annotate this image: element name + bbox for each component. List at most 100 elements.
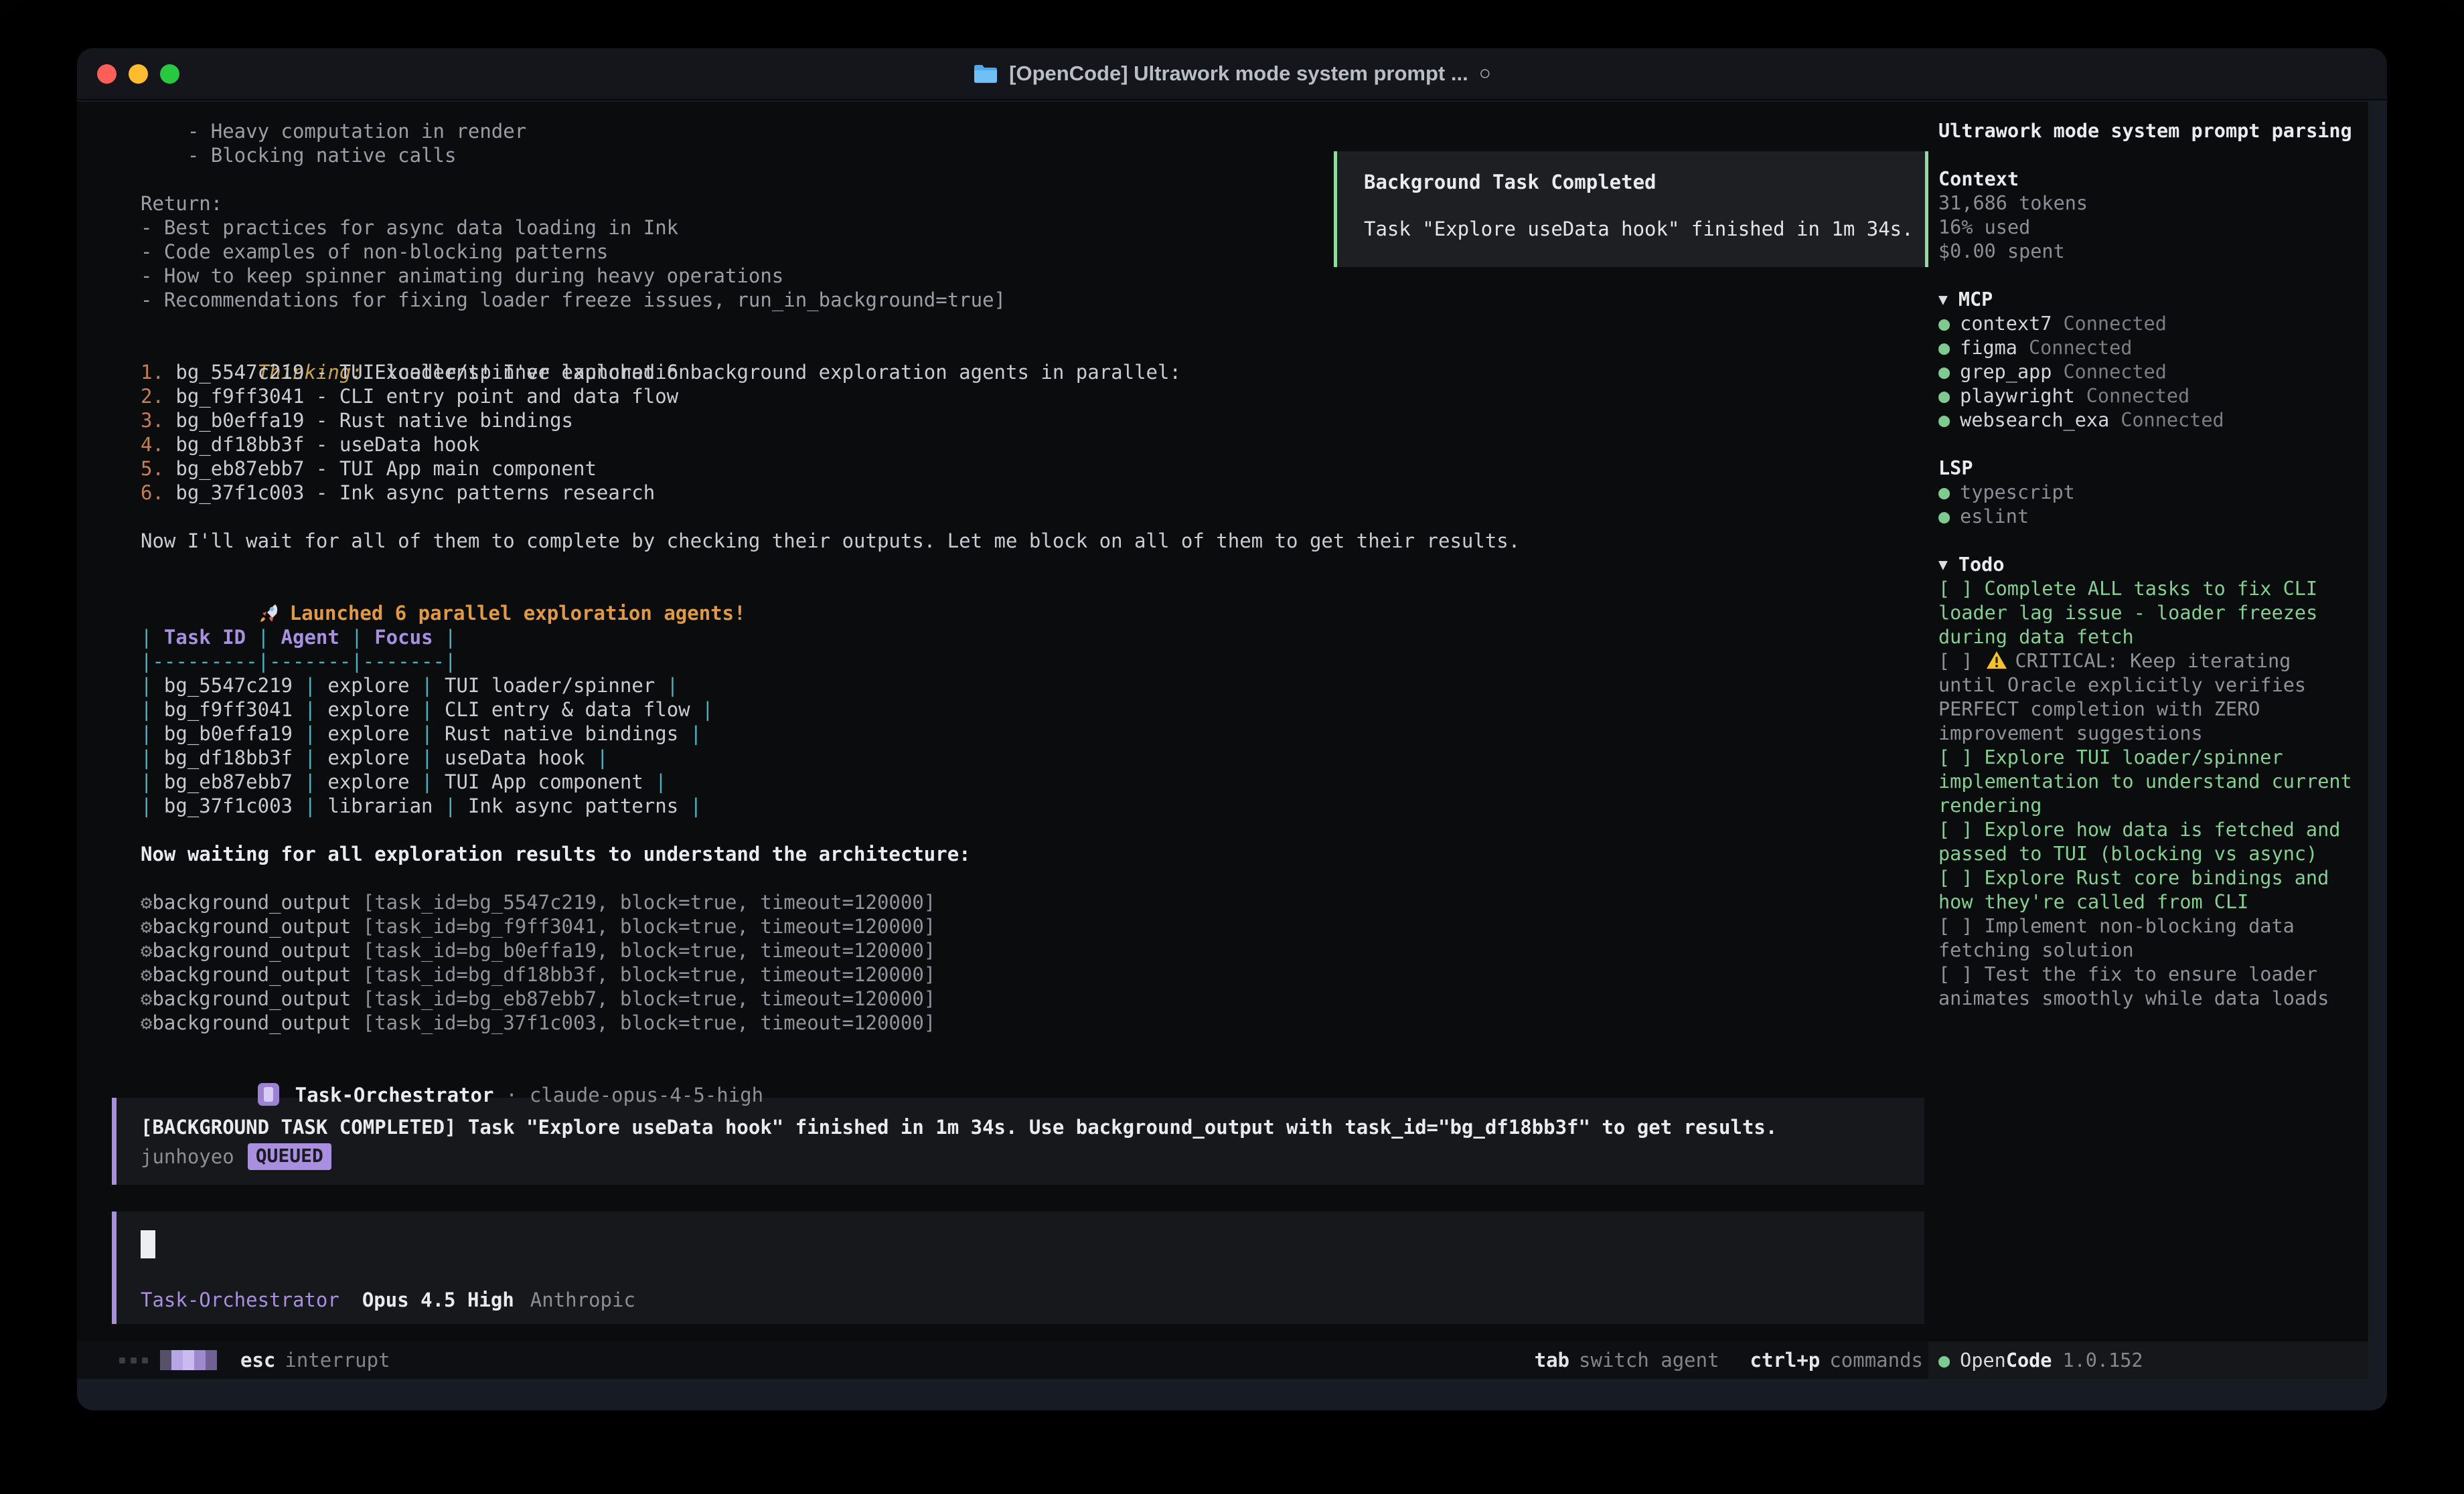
warning-icon: [1985, 650, 2008, 670]
status-dot-icon: ●: [1938, 481, 1950, 503]
checkbox-icon: [ ]: [1938, 915, 1973, 937]
context-heading: Context: [1938, 167, 2356, 191]
status-dot-icon: ●: [1938, 505, 1950, 527]
background-task-notification: Background Task Completed Task "Explore …: [1334, 151, 1928, 267]
keyboard-hints: tab switch agent ctrl+p commands: [1504, 1349, 1928, 1372]
gear-icon: ⚙: [141, 915, 152, 938]
title-bar: [OpenCode] Ultrawork mode system prompt …: [77, 48, 2387, 100]
checkbox-icon: [ ]: [1938, 578, 1973, 600]
checkbox-icon: [ ]: [1938, 819, 1973, 841]
window-title: [OpenCode] Ultrawork mode system prompt …: [77, 48, 2387, 99]
gear-icon: ⚙: [141, 939, 152, 962]
gear-icon: ⚙: [141, 891, 152, 914]
sidebar-footer: ● OpenCode 1.0.152: [1928, 1341, 2368, 1379]
orchestrator-line: Task-Orchestrator·claude-opus-4-5-high: [77, 1059, 1928, 1083]
esc-hint: esc interrupt: [240, 1349, 390, 1372]
wait-text: Now I'll wait for all of them to complet…: [77, 529, 1928, 553]
close-button[interactable]: [97, 64, 117, 84]
table-row: | bg_5547c219 | explore | TUI loader/spi…: [77, 673, 1928, 697]
table-row: | bg_eb87ebb7 | explore | TUI App compon…: [77, 770, 1928, 794]
zoom-button[interactable]: [160, 64, 179, 84]
active-agent[interactable]: Task-Orchestrator: [141, 1288, 339, 1312]
mcp-item: ●context7Connected: [1938, 312, 2356, 336]
status-dot-icon: ●: [1938, 337, 1950, 359]
mcp-item: ●figmaConnected: [1938, 336, 2356, 360]
transcript-line: - Recommendations for fixing loader free…: [77, 288, 1928, 312]
table-row: | bg_b0effa19 | explore | Rust native bi…: [77, 722, 1928, 746]
folder-icon: [973, 63, 998, 84]
agent-list-item: 6. bg_37f1c003 - Ink async patterns rese…: [77, 481, 1928, 505]
table-row: | bg_37f1c003 | librarian | Ink async pa…: [77, 794, 1928, 818]
todo-item: [ ]Explore TUI loader/spinner implementa…: [1938, 746, 2356, 818]
transcript-line: - How to keep spinner animating during h…: [77, 264, 1928, 288]
agent-list-item: 2. bg_f9ff3041 - CLI entry point and dat…: [77, 384, 1928, 408]
agent-list-item: 3. bg_b0effa19 - Rust native bindings: [77, 408, 1928, 432]
agent-avatar-icon: [258, 1083, 279, 1106]
input-meta-row: Task-Orchestrator Opus 4.5 High Anthropi…: [141, 1288, 1924, 1312]
mcp-heading[interactable]: ▼MCP: [1938, 288, 2356, 312]
chevron-down-icon: ▼: [1938, 291, 1948, 309]
chat-pane: Background Task Completed Task "Explore …: [77, 102, 1928, 1379]
agent-list-item: 5. bg_eb87ebb7 - TUI App main component: [77, 456, 1928, 481]
todo-heading[interactable]: ▼Todo: [1938, 553, 2356, 577]
launched-line: Launched 6 parallel exploration agents!: [77, 577, 1928, 601]
notification-title: Background Task Completed: [1364, 170, 1925, 194]
gear-icon: ⚙: [141, 963, 152, 986]
brand-name: Open: [1960, 1349, 2006, 1372]
background-task-message: [BACKGROUND TASK COMPLETED] Task "Explor…: [112, 1098, 1924, 1185]
checkbox-icon: [ ]: [1938, 867, 1973, 889]
todo-item: [ ]Explore how data is fetched and passe…: [1938, 818, 2356, 866]
checkbox-icon: [ ]: [1938, 963, 1973, 985]
todo-item: [ ]Explore Rust core bindings and how th…: [1938, 866, 2356, 914]
text-cursor: [141, 1230, 155, 1258]
todo-item: [ ]Complete ALL tasks to fix CLI loader …: [1938, 577, 2356, 649]
context-tokens: 31,686 tokens: [1938, 191, 2356, 216]
prompt-input[interactable]: Task-Orchestrator Opus 4.5 High Anthropi…: [112, 1212, 1924, 1324]
table-separator-row: |---------|-------|-------|: [77, 649, 1928, 673]
progress-spinner: [119, 1350, 217, 1370]
context-spent: $0.00 spent: [1938, 240, 2356, 264]
separator-dot-icon: ·: [506, 1084, 517, 1106]
mcp-item: ●grep_appConnected: [1938, 360, 2356, 384]
mcp-item: ●playwrightConnected: [1938, 384, 2356, 408]
traffic-lights: [77, 64, 179, 84]
sidebar: Ultrawork mode system prompt parsing Con…: [1928, 102, 2368, 1379]
notification-body: Task "Explore useData hook" finished in …: [1364, 217, 1925, 241]
table-header-row: | Task ID | Agent | Focus |: [77, 625, 1928, 649]
tool-call-line: ⚙background_output [task_id=bg_df18bb3f,…: [77, 963, 1928, 987]
completed-message-text: [BACKGROUND TASK COMPLETED] Task "Explor…: [141, 1115, 1924, 1139]
checkbox-icon: [ ]: [1938, 650, 1973, 672]
commands-hint: ctrl+p commands: [1750, 1349, 1923, 1372]
chevron-down-icon: ▼: [1938, 556, 1948, 574]
username: junhoyeo: [141, 1145, 234, 1169]
todo-item: [ ]CRITICAL: Keep iterating until Oracle…: [1938, 649, 2356, 746]
table-row: | bg_f9ff3041 | explore | CLI entry & da…: [77, 697, 1928, 722]
status-dot-icon: ●: [1938, 313, 1950, 335]
gear-icon: ⚙: [141, 1011, 152, 1034]
tab-hint: tab switch agent: [1535, 1349, 1719, 1372]
lsp-item: ●eslint: [1938, 505, 2356, 529]
waiting-text: Now waiting for all exploration results …: [77, 842, 1928, 866]
lsp-item: ●typescript: [1938, 481, 2356, 505]
model-provider: Anthropic: [530, 1288, 635, 1312]
gear-icon: ⚙: [141, 987, 152, 1010]
app-version: 1.0.152: [2062, 1349, 2143, 1372]
todo-item: [ ]Test the fix to ensure loader animate…: [1938, 963, 2356, 1011]
lsp-heading: LSP: [1938, 456, 2356, 481]
mcp-item: ●websearch_exaConnected: [1938, 408, 2356, 432]
checkbox-icon: [ ]: [1938, 746, 1973, 768]
active-model[interactable]: Opus 4.5 High: [362, 1288, 514, 1312]
minimize-button[interactable]: [129, 64, 148, 84]
tool-call-line: ⚙background_output [task_id=bg_5547c219,…: [77, 890, 1928, 914]
orchestrator-model: claude-opus-4-5-high: [530, 1084, 763, 1106]
terminal-window: [OpenCode] Ultrawork mode system prompt …: [77, 48, 2387, 1410]
tool-call-line: ⚙background_output [task_id=bg_b0effa19,…: [77, 938, 1928, 963]
window-title-text: [OpenCode] Ultrawork mode system prompt …: [1009, 62, 1468, 86]
agent-list-item: 4. bg_df18bb3f - useData hook: [77, 432, 1928, 456]
chat-transcript: - Heavy computation in render - Blocking…: [77, 102, 1928, 1341]
status-bar: esc interrupt tab switch agent ctrl+p co…: [77, 1341, 1928, 1379]
todo-item: [ ]Implement non-blocking data fetching …: [1938, 914, 2356, 963]
tool-call-line: ⚙background_output [task_id=bg_f9ff3041,…: [77, 914, 1928, 938]
status-dot-icon: ●: [1938, 385, 1950, 407]
sidebar-content: Ultrawork mode system prompt parsing Con…: [1928, 102, 2368, 1341]
